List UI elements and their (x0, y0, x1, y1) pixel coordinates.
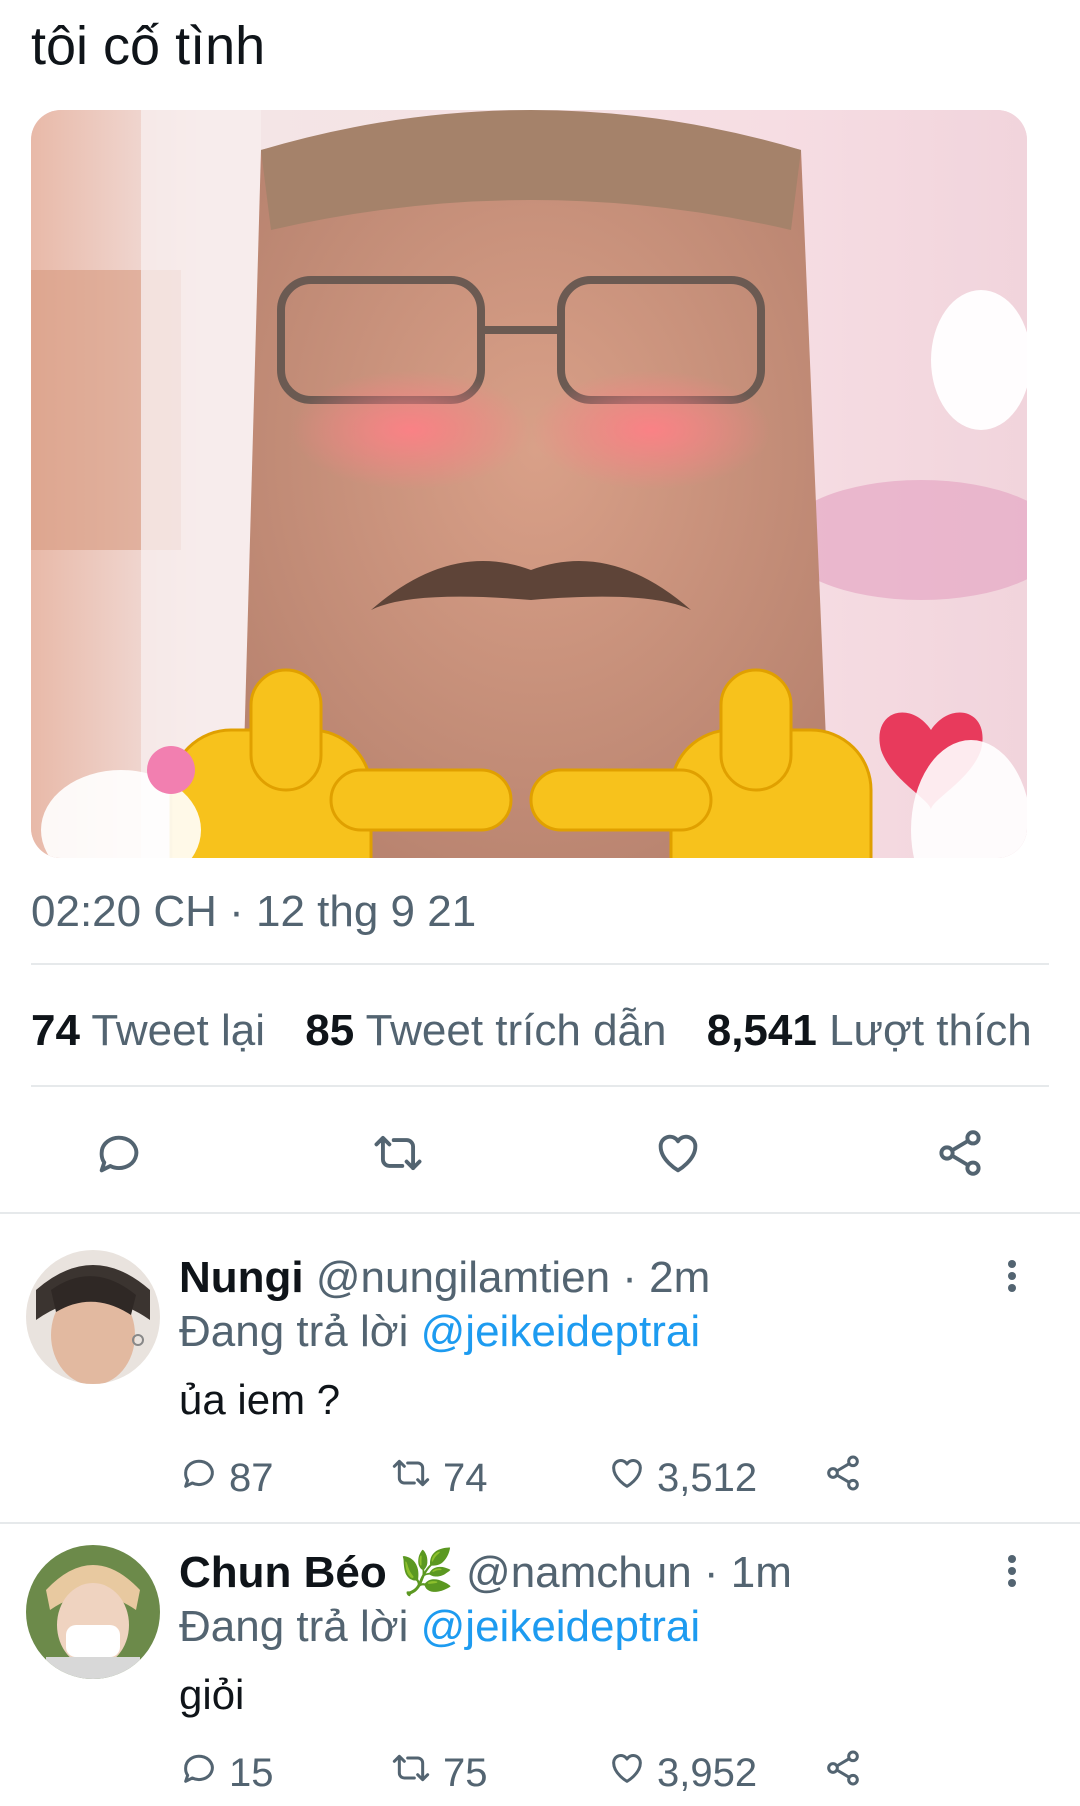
like-count: 3,952 (657, 1750, 758, 1795)
quotes-label: Tweet trích dẫn (365, 1006, 667, 1055)
reply-button[interactable] (84, 1120, 154, 1190)
divider (0, 1522, 1080, 1524)
herb-emoji-icon: 🌿 (399, 1548, 454, 1597)
more-vertical-icon (1006, 1258, 1018, 1299)
reply-button[interactable]: 87 (179, 1450, 274, 1506)
replying-to-label: Đang trả lời (179, 1307, 409, 1356)
share-button[interactable] (823, 1450, 873, 1506)
likes-label: Lượt thích (829, 1006, 1032, 1055)
retweet-icon (389, 1748, 443, 1798)
tweet-action-bar (0, 1120, 1080, 1190)
divider (0, 1212, 1080, 1214)
reply-icon (93, 1127, 145, 1184)
like-icon (607, 1748, 657, 1798)
like-button[interactable]: 3,512 (607, 1450, 757, 1506)
reply-icon (179, 1453, 229, 1503)
retweet-icon (389, 1453, 443, 1503)
share-icon (823, 1748, 873, 1798)
share-icon (823, 1453, 873, 1503)
divider (31, 963, 1049, 965)
reply-author-handle[interactable]: @namchun · 1m (466, 1548, 792, 1597)
share-button[interactable] (925, 1120, 995, 1190)
reply-text: ủa iem ? (179, 1376, 341, 1423)
reply-count: 87 (229, 1455, 274, 1500)
reply-action-bar: 15 75 3,952 (179, 1745, 1059, 1801)
avatar[interactable] (26, 1250, 160, 1384)
replying-to: Đang trả lời @jeikeideptrai (179, 1599, 700, 1655)
retweet-button[interactable]: 75 (389, 1745, 488, 1801)
reply-author-name[interactable]: Nungi (179, 1253, 304, 1302)
replying-to-mention[interactable]: @jeikeideptrai (421, 1307, 700, 1356)
likes-count: 8,541 (706, 1006, 817, 1055)
retweet-button[interactable] (363, 1120, 433, 1190)
retweet-button[interactable]: 74 (389, 1450, 488, 1506)
tweet-timestamp[interactable]: 02:20 CH · 12 thg 9 21 (31, 884, 476, 940)
replying-to-label: Đang trả lời (179, 1602, 409, 1651)
tweet-stats: 74 Tweet lại 85 Tweet trích dẫn 8,541 Lư… (31, 1003, 1060, 1059)
reply-action-bar: 87 74 3,512 (179, 1450, 1059, 1506)
reply-author-handle[interactable]: @nungilamtien · 2m (316, 1253, 710, 1302)
tweet-media-image[interactable] (31, 110, 1027, 858)
quotes-stat[interactable]: 85 Tweet trích dẫn (305, 1006, 666, 1055)
like-button[interactable]: 3,952 (607, 1745, 757, 1801)
share-button[interactable] (823, 1745, 873, 1801)
tweet-text: tôi cố tình (31, 16, 266, 76)
reply-button[interactable]: 15 (179, 1745, 274, 1801)
reply-text: giỏi (179, 1671, 245, 1718)
likes-stat[interactable]: 8,541 Lượt thích (707, 1006, 1032, 1055)
reply-icon (179, 1748, 229, 1798)
like-icon (652, 1127, 704, 1184)
avatar[interactable] (26, 1545, 160, 1679)
like-button[interactable] (643, 1120, 713, 1190)
more-vertical-icon (1006, 1553, 1018, 1594)
retweets-stat[interactable]: 74 Tweet lại (31, 1006, 265, 1055)
quotes-count: 85 (305, 1006, 355, 1055)
retweet-icon (370, 1127, 426, 1184)
like-icon (607, 1453, 657, 1503)
replying-to: Đang trả lời @jeikeideptrai (179, 1304, 700, 1360)
retweet-count: 74 (443, 1455, 488, 1500)
reply-count: 15 (229, 1750, 274, 1795)
reply-author-name[interactable]: Chun Béo (179, 1548, 387, 1597)
retweets-label: Tweet lại (91, 1006, 266, 1055)
more-options-button[interactable] (992, 1250, 1032, 1306)
replying-to-mention[interactable]: @jeikeideptrai (421, 1602, 700, 1651)
divider (31, 1085, 1049, 1087)
share-icon (934, 1127, 986, 1184)
like-count: 3,512 (657, 1455, 758, 1500)
retweet-count: 75 (443, 1750, 488, 1795)
retweets-count: 74 (31, 1006, 80, 1055)
more-options-button[interactable] (992, 1545, 1032, 1601)
